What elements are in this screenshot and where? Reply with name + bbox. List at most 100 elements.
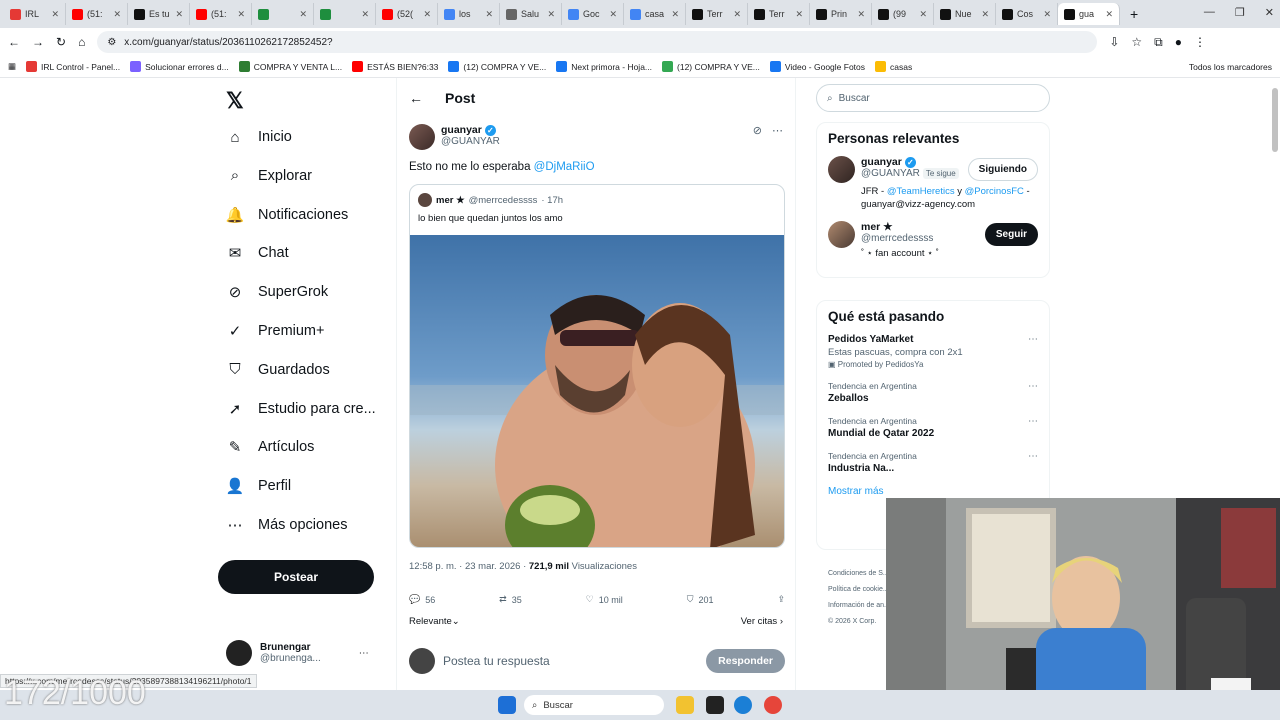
profile-avatar[interactable]: ● xyxy=(1175,35,1182,49)
browser-tab[interactable]: IRL ✕ xyxy=(4,3,66,25)
bookmark-item[interactable]: Video - Google Fotos xyxy=(769,61,865,72)
bookmark-action[interactable]: ⛉ 201 xyxy=(687,594,714,605)
nav-item-premium-[interactable]: ✓ Premium+ xyxy=(226,322,325,340)
nav-item-art-culos[interactable]: ✎ Artículos xyxy=(226,438,315,456)
minimize-icon[interactable]: — xyxy=(1204,6,1215,19)
tab-close-icon[interactable]: ✕ xyxy=(113,9,121,20)
sort-relevant[interactable]: Relevante⌄ xyxy=(409,616,460,627)
menu-icon[interactable]: ⋮ xyxy=(1194,35,1206,49)
person-name[interactable]: mer ★ xyxy=(861,221,939,233)
tab-close-icon[interactable]: ✕ xyxy=(237,9,245,20)
extensions-icon[interactable]: ⧉ xyxy=(1154,35,1163,50)
browser-tab[interactable]: Salu ✕ xyxy=(500,3,562,25)
reply-action[interactable]: 💬 56 xyxy=(409,594,435,605)
share-action[interactable]: ⇪ xyxy=(777,594,785,605)
tab-close-icon[interactable]: ✕ xyxy=(981,9,989,20)
all-bookmarks-folder[interactable]: Todos los marcadores xyxy=(1189,62,1272,72)
post-author[interactable]: guanyar ✓ @GUANYAR xyxy=(409,124,500,150)
reload-icon[interactable]: ↻ xyxy=(56,35,66,49)
person-name[interactable]: guanyar xyxy=(861,156,902,168)
browser-tab[interactable]: Cos ✕ xyxy=(996,3,1058,25)
windows-start-icon[interactable] xyxy=(498,696,516,714)
browser-tab[interactable]: ✕ xyxy=(252,3,314,25)
bookmark-item[interactable]: (12) COMPRA Y VE... xyxy=(662,61,760,72)
tab-close-icon[interactable]: ✕ xyxy=(1043,9,1051,20)
browser-tab[interactable]: gua ✕ xyxy=(1058,3,1120,25)
scrollbar[interactable] xyxy=(1272,88,1278,152)
repost-action[interactable]: ⇄ 35 xyxy=(499,594,522,605)
search-input[interactable]: ⌕ Buscar xyxy=(816,84,1050,112)
nav-item-inicio[interactable]: ⌂ Inicio xyxy=(226,128,291,146)
person-guanyar[interactable]: guanyar ✓ @GUANYAR Te sigue JFR - @TeamHer… xyxy=(828,156,1038,211)
author-avatar[interactable] xyxy=(409,124,435,150)
reply-input[interactable]: Postea tu respuesta xyxy=(443,654,698,668)
footer-link[interactable]: Condiciones de S... xyxy=(828,566,890,582)
tab-close-icon[interactable]: ✕ xyxy=(1105,9,1113,20)
nav-item-chat[interactable]: ✉ Chat xyxy=(226,244,289,262)
trend-more-icon[interactable]: ⋯ xyxy=(1028,451,1038,462)
nav-item-perfil[interactable]: 👤 Perfil xyxy=(226,477,291,495)
browser-tab[interactable]: casa ✕ xyxy=(624,3,686,25)
bookmark-item[interactable]: (12) COMPRA Y VE... xyxy=(448,61,546,72)
quoted-post[interactable]: mer ★ @merrcedessss · 17h lo bien que qu… xyxy=(409,184,785,548)
bookmark-item[interactable]: IRL Control - Panel... xyxy=(26,61,120,72)
nav-item-supergrok[interactable]: ⊘ SuperGrok xyxy=(226,283,328,301)
close-window-icon[interactable]: ✕ xyxy=(1265,6,1274,19)
trend-item[interactable]: Tendencia en Argentina Industria Na... ⋯ xyxy=(828,451,1038,474)
browser-tab[interactable]: (51: ✕ xyxy=(190,3,252,25)
tab-close-icon[interactable]: ✕ xyxy=(733,9,741,20)
nav-item-m-s-opciones[interactable]: ⋯ Más opciones xyxy=(226,516,348,534)
bookmark-item[interactable]: Solucionar errores d... xyxy=(130,61,229,72)
nav-item-explorar[interactable]: ⌕ Explorar xyxy=(226,167,312,185)
bio-link-porcinos[interactable]: @PorcinosFC xyxy=(965,186,1024,197)
trend-item[interactable]: Tendencia en Argentina Zeballos ⋯ xyxy=(828,381,1038,404)
account-switcher[interactable]: Brunengar @brunenga... ⋯ xyxy=(226,640,369,666)
browser-tab[interactable]: Goc ✕ xyxy=(562,3,624,25)
tab-close-icon[interactable]: ✕ xyxy=(485,9,493,20)
trend-more-icon[interactable]: ⋯ xyxy=(1028,416,1038,427)
person-mer[interactable]: mer ★ @merrcedessss ˚ ⋆ fan account ⋆ ˚ … xyxy=(828,221,1038,259)
tab-close-icon[interactable]: ✕ xyxy=(299,9,307,20)
bookmark-item[interactable]: Next primora - Hoja... xyxy=(556,61,652,72)
tab-close-icon[interactable]: ✕ xyxy=(175,9,183,20)
author-name[interactable]: guanyar xyxy=(441,124,482,136)
show-more-link[interactable]: Mostrar más xyxy=(828,486,1038,497)
tab-close-icon[interactable]: ✕ xyxy=(51,9,59,20)
footer-link[interactable]: Información de an... xyxy=(828,598,890,614)
browser-tab[interactable]: (99 ✕ xyxy=(872,3,934,25)
x-logo-icon[interactable]: 𝕏 xyxy=(226,88,244,114)
browser-tab[interactable]: ✕ xyxy=(314,3,376,25)
back-arrow-icon[interactable]: ← xyxy=(409,90,423,106)
tab-close-icon[interactable]: ✕ xyxy=(795,9,803,20)
browser-tab[interactable]: Terr ✕ xyxy=(748,3,810,25)
tab-close-icon[interactable]: ✕ xyxy=(609,9,617,20)
person-avatar[interactable] xyxy=(828,221,855,248)
trend-more-icon[interactable]: ⋯ xyxy=(1028,334,1038,345)
browser-tab[interactable]: Es tu ✕ xyxy=(128,3,190,25)
browser-tab[interactable]: Nue ✕ xyxy=(934,3,996,25)
back-icon[interactable]: ← xyxy=(8,35,20,49)
person-avatar[interactable] xyxy=(828,156,855,183)
tab-close-icon[interactable]: ✕ xyxy=(857,9,865,20)
browser-tab[interactable]: (51: ✕ xyxy=(66,3,128,25)
nav-item-guardados[interactable]: ⛉ Guardados xyxy=(226,361,329,379)
site-info-icon[interactable]: ⚙ xyxy=(107,37,116,48)
quote-photo[interactable] xyxy=(410,235,784,547)
post-timestamp[interactable]: 12:58 p. m. · 23 mar. 2026 · xyxy=(409,561,529,572)
account-more-icon[interactable]: ⋯ xyxy=(359,648,369,659)
footer-link[interactable]: © 2026 X Corp. xyxy=(828,614,890,630)
file-explorer-icon[interactable] xyxy=(676,696,694,714)
view-quotes-link[interactable]: Ver citas › xyxy=(741,616,783,627)
install-icon[interactable]: ⇩ xyxy=(1109,35,1119,49)
new-tab-icon[interactable]: + xyxy=(1130,6,1138,22)
forward-icon[interactable]: → xyxy=(32,35,44,49)
taskbar-search[interactable]: ⌕ Buscar xyxy=(524,695,664,715)
bookmark-item[interactable]: COMPRA Y VENTA L... xyxy=(238,61,342,72)
browser-tab[interactable]: los ✕ xyxy=(438,3,500,25)
home-browser-icon[interactable]: ⌂ xyxy=(78,35,85,49)
like-action[interactable]: ♡ 10 mil xyxy=(586,594,623,605)
tab-close-icon[interactable]: ✕ xyxy=(547,9,555,20)
footer-link[interactable]: Política de cookie... xyxy=(828,582,890,598)
reply-button[interactable]: Responder xyxy=(706,649,785,673)
promo-trend[interactable]: Pedidos YaMarket Estas pascuas, compra c… xyxy=(828,334,1038,369)
